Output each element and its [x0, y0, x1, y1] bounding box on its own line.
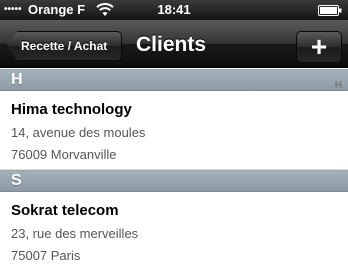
battery-icon — [318, 5, 342, 16]
client-name: Hima technology — [11, 101, 132, 118]
navigation-bar: Recette / Achat Clients + — [0, 20, 348, 68]
client-street: 14, avenue des moules — [11, 125, 146, 140]
section-index-bar[interactable]: H — [335, 80, 342, 91]
client-city: 76009 Morvanville — [11, 147, 117, 162]
list-item[interactable]: Hima technology 14, avenue des moules 76… — [0, 91, 348, 170]
client-street: 23, rue des merveilles — [11, 226, 139, 241]
screen: ••••• Orange F 18:41 Recette / Achat Cli… — [0, 0, 348, 269]
client-list: H Hima technology 14, avenue des moules … — [0, 69, 348, 269]
page-title: Clients — [136, 33, 207, 56]
index-letter-h[interactable]: H — [335, 80, 342, 91]
list-item[interactable]: Sokrat telecom 23, rue des merveilles 75… — [0, 192, 348, 269]
back-button[interactable]: Recette / Achat — [6, 31, 122, 61]
client-city: 75007 Paris — [11, 248, 81, 263]
status-bar: ••••• Orange F 18:41 — [0, 0, 348, 20]
status-time: 18:41 — [157, 2, 191, 17]
client-name: Sokrat telecom — [11, 202, 119, 219]
section-header-h: H — [0, 69, 348, 91]
add-client-button[interactable]: + — [296, 31, 342, 63]
section-header-s: S — [0, 170, 348, 192]
